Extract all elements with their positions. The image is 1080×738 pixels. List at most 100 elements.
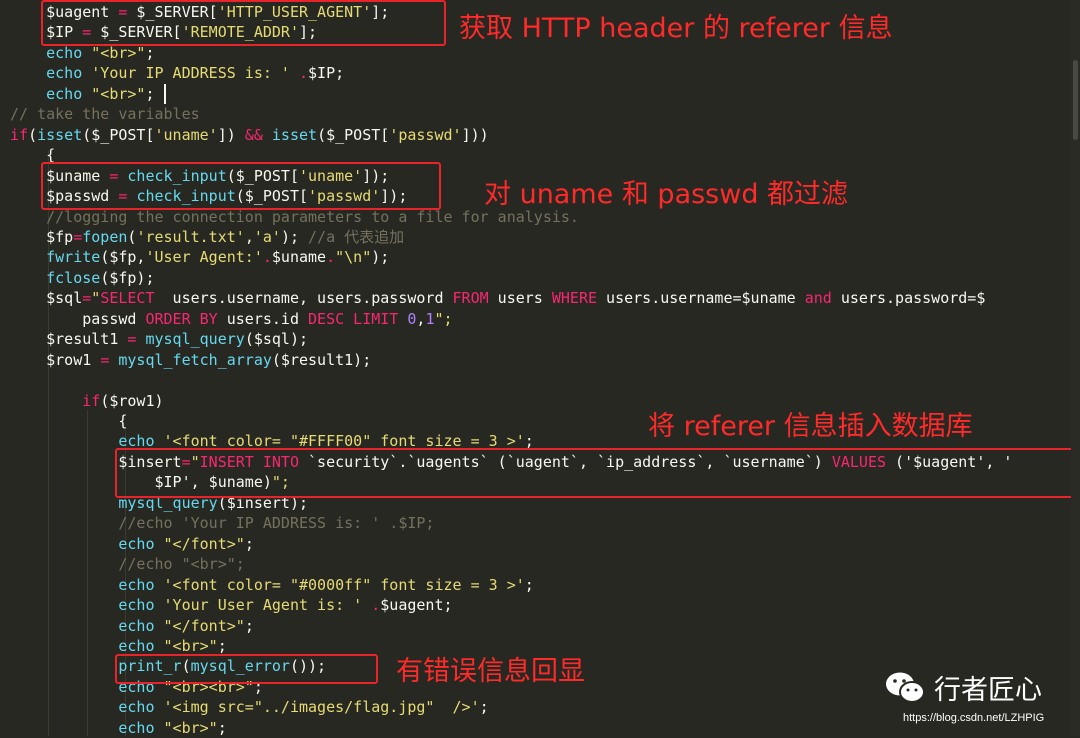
code-token: ; — [244, 616, 254, 635]
code-token: = — [100, 350, 110, 369]
code-line[interactable]: passwd ORDER BY users.id DESC LIMIT 0,1"… — [10, 309, 452, 329]
code-line[interactable]: //echo "<br>"; — [10, 554, 244, 574]
code-token: echo — [46, 43, 83, 62]
code-token: "</font>" — [163, 534, 245, 553]
code-line[interactable]: $result1 = mysql_query($sql); — [10, 329, 308, 349]
code-token: ; — [524, 575, 534, 594]
code-editor[interactable]: $uagent = $_SERVER['HTTP_USER_AGENT']; $… — [0, 0, 1080, 738]
code-token: ( — [28, 125, 38, 144]
code-line[interactable]: fclose($fp); — [10, 268, 154, 288]
code-token: if — [10, 125, 29, 144]
code-token: users.username=$uname — [597, 289, 805, 308]
code-token: . — [299, 64, 309, 83]
code-token: $result1 — [46, 330, 128, 349]
code-line[interactable]: $sql="SELECT users.username, users.passw… — [10, 288, 985, 308]
code-token: ])) — [461, 125, 489, 144]
code-token: ($_POST[ — [317, 125, 390, 144]
code-token: SELECT — [100, 289, 155, 308]
code-token: $uagent; — [380, 596, 453, 615]
code-token: $fp — [46, 227, 74, 246]
code-token: '<img src="../images/flag.jpg" />' — [163, 698, 480, 717]
vertical-scrollbar[interactable] — [1071, 0, 1080, 736]
code-token: $sql — [46, 289, 83, 308]
code-line[interactable]: echo "<br>"; — [10, 636, 227, 656]
code-token: 'User Agent:' — [145, 248, 263, 267]
code-token: 'a' — [253, 227, 281, 246]
code-token: mysql_fetch_array — [118, 350, 272, 369]
code-token: ]) — [217, 125, 245, 144]
code-token: ($row1) — [100, 391, 164, 410]
code-line[interactable]: $fp=fopen('result.txt','a'); //a 代表追加 — [10, 227, 404, 247]
code-token: "<br>" — [163, 636, 218, 655]
code-line[interactable]: $row1 = mysql_fetch_array($result1); — [10, 350, 371, 370]
code-line[interactable]: if(isset($_POST['uname']) && isset($_POS… — [10, 125, 489, 145]
code-token: 'passwd' — [389, 125, 462, 144]
code-token: DESC LIMIT — [308, 309, 399, 328]
code-token: ($_POST[ — [82, 125, 155, 144]
code-token: and — [804, 289, 832, 308]
code-token: //echo 'Your IP ADDRESS is: ' .$IP; — [118, 514, 435, 533]
code-line[interactable]: echo '<img src="../images/flag.jpg" />'; — [10, 697, 488, 717]
code-token: = — [82, 289, 92, 308]
code-token: echo — [118, 534, 155, 553]
code-token: ); — [371, 248, 390, 267]
highlight-box-referer — [41, 0, 446, 46]
code-line[interactable]: fwrite($fp,'User Agent:'.$uname."\n"); — [10, 247, 389, 267]
code-line[interactable]: echo 'Your IP ADDRESS is: ' .$IP; — [10, 63, 344, 83]
code-token: echo — [46, 64, 83, 83]
code-line[interactable]: { — [10, 411, 127, 431]
highlight-box-filter — [41, 162, 441, 210]
code-line[interactable]: echo '<font color= "#0000ff" font size =… — [10, 575, 534, 595]
code-line[interactable]: if($row1) — [10, 391, 164, 411]
code-token: "<br>" — [91, 43, 146, 62]
code-token: '<font color= "#0000ff" font size = 3 >' — [163, 575, 525, 594]
code-line[interactable]: echo "<br>"; — [10, 84, 154, 104]
source-url: https://blog.csdn.net/LZHPIG — [903, 712, 1045, 724]
code-line[interactable]: //echo 'Your IP ADDRESS is: ' .$IP; — [10, 513, 434, 533]
code-token: fclose — [46, 268, 101, 287]
highlight-box-insert — [115, 448, 1080, 498]
code-token: " — [91, 289, 101, 308]
code-token: users.id — [217, 309, 309, 328]
code-line[interactable]: echo 'Your User Agent is: ' .$uagent; — [10, 595, 453, 615]
scrollbar-thumb[interactable] — [1073, 60, 1078, 140]
annotation-filter: 对 uname 和 passwd 都过滤 — [484, 179, 849, 210]
code-token: ($result1); — [271, 350, 372, 369]
code-token: users.username, users.password — [154, 289, 453, 308]
code-token: ($sql); — [244, 330, 309, 349]
code-line[interactable]: // take the variables — [10, 104, 200, 124]
annotation-error: 有错误信息回显 — [396, 656, 585, 687]
code-line[interactable]: echo "</font>"; — [10, 534, 253, 554]
code-token: ; — [217, 718, 227, 737]
code-token: // take the variables — [10, 105, 200, 124]
annotation-referer: 获取 HTTP header 的 referer 信息 — [459, 13, 893, 44]
code-token: echo — [118, 596, 155, 615]
code-token: ; — [145, 43, 155, 62]
code-token: ); — [280, 227, 309, 246]
code-token: ; — [217, 636, 227, 655]
code-line[interactable]: echo "</font>"; — [10, 616, 254, 636]
code-token: echo — [118, 636, 155, 655]
code-token: FROM — [452, 289, 489, 308]
code-token: $uname — [271, 248, 327, 267]
code-line[interactable]: echo "<br>"; — [10, 718, 227, 738]
code-token: WHERE — [551, 289, 598, 308]
code-token: fopen — [82, 227, 128, 246]
code-token: 'uname' — [154, 125, 218, 144]
